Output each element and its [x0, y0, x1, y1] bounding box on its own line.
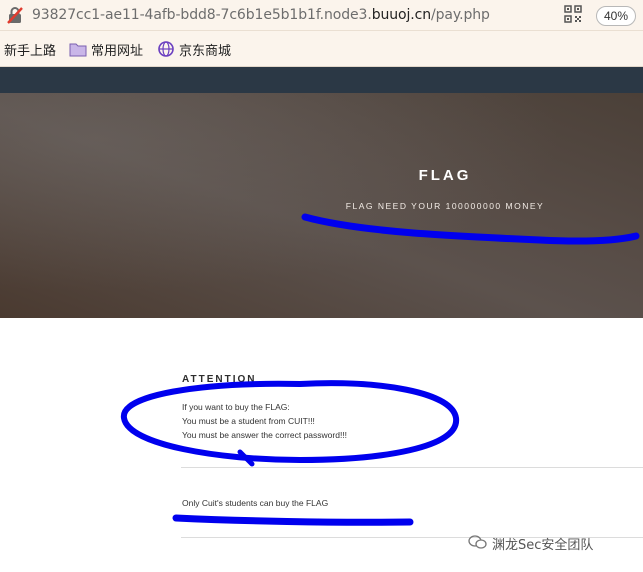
- bookmarks-bar: 新手上路 常用网址 京东商城: [0, 31, 643, 67]
- zoom-level-badge[interactable]: 40%: [596, 6, 636, 26]
- folder-icon: [69, 43, 87, 57]
- hero-banner: FLAG FLAG NEED YOUR 100000000 MONEY: [0, 93, 643, 318]
- attention-circle-tail: [237, 449, 255, 467]
- url-domain: buuoj.cn: [371, 7, 432, 23]
- section-divider: [181, 467, 643, 468]
- attention-line: You must be answer the correct password!…: [182, 430, 348, 440]
- hero-subtitle: FLAG NEED YOUR 100000000 MONEY: [345, 201, 545, 211]
- url-text[interactable]: 93827cc1-ae11-4afb-bdd8-7c6b1e5b1b1f.nod…: [32, 7, 490, 23]
- hero-title: FLAG: [418, 167, 472, 184]
- attention-line: You must be a student from CUIT!!!: [182, 416, 315, 426]
- attention-line: If you want to buy the FLAG:: [182, 402, 290, 412]
- bookmark-xinshou[interactable]: 新手上路: [4, 40, 56, 59]
- wechat-icon: [468, 535, 487, 549]
- bookmark-jingdong[interactable]: 京东商城: [179, 40, 231, 59]
- attention-heading: ATTENTION: [182, 374, 257, 385]
- globe-icon: [158, 41, 174, 57]
- notice-text: Only Cuit's students can buy the FLAG: [182, 498, 329, 508]
- address-bar[interactable]: 93827cc1-ae11-4afb-bdd8-7c6b1e5b1b1f.nod…: [0, 0, 643, 31]
- site-navbar: [0, 67, 643, 93]
- watermark-text: 渊龙Sec安全团队: [492, 538, 594, 553]
- notice-underline-annotation: [172, 514, 414, 526]
- insecure-lock-icon[interactable]: [6, 6, 24, 24]
- url-prefix: 93827cc1-ae11-4afb-bdd8-7c6b1e5b1b1f.nod…: [32, 7, 372, 23]
- bookmark-changyong[interactable]: 常用网址: [91, 40, 143, 59]
- qr-code-icon[interactable]: [564, 5, 582, 23]
- url-path: /pay.php: [431, 7, 490, 23]
